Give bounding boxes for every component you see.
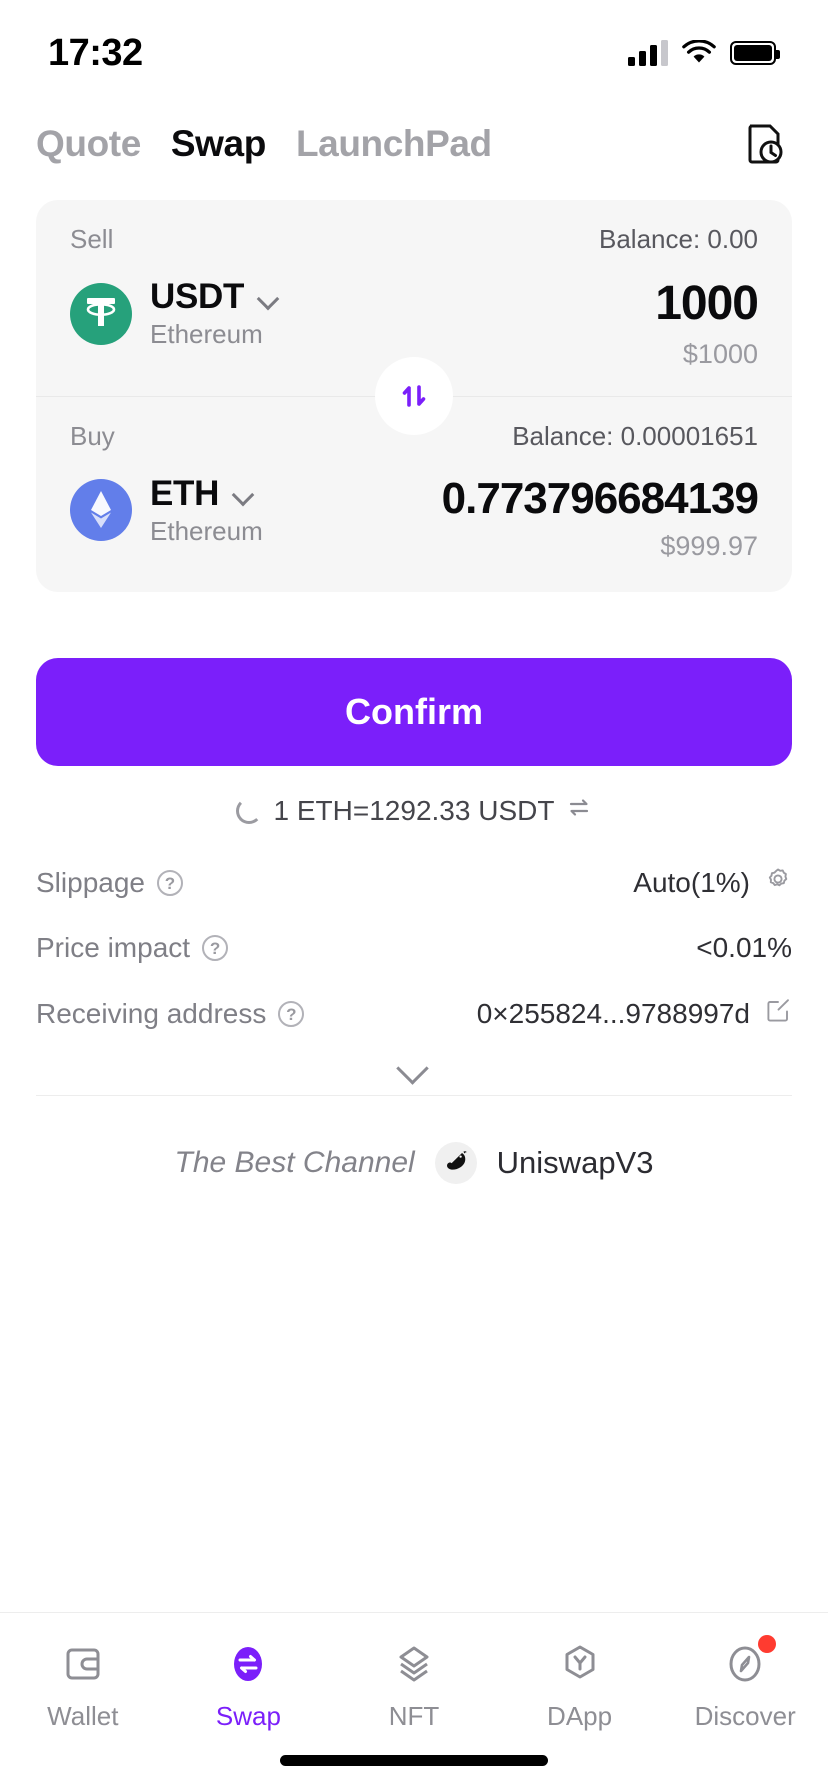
wifi-icon xyxy=(682,39,716,66)
uniswap-unicorn-icon xyxy=(434,1142,477,1185)
buy-amount-input[interactable]: 0.773796684139 xyxy=(273,474,758,523)
detail-row-price-impact[interactable]: Price impact ? <0.01% xyxy=(36,916,792,980)
sell-amount-wrap: 1000 $1000 xyxy=(290,277,758,370)
compass-icon xyxy=(718,1635,777,1691)
sell-token-selector[interactable]: USDT Ethereum xyxy=(70,277,280,350)
sell-amount-input[interactable]: 1000 xyxy=(290,277,758,331)
swap-vertical-arrows-icon xyxy=(402,385,426,408)
chevron-down-icon[interactable] xyxy=(258,291,280,304)
ethereum-diamond-icon xyxy=(70,479,132,542)
edit-pencil-icon[interactable] xyxy=(764,996,792,1031)
detail-row-receiving-address[interactable]: Receiving address ? 0×255824...9788997d xyxy=(36,980,792,1047)
question-mark-icon[interactable]: ? xyxy=(156,869,183,896)
nav-item-wallet[interactable]: Wallet xyxy=(0,1637,166,1732)
buy-panel-body: ETH Ethereum 0.773796684139 $999.97 xyxy=(70,474,758,562)
top-tab-bar: Quote Swap LaunchPad xyxy=(0,92,828,194)
status-time: 17:32 xyxy=(48,31,143,74)
status-icons xyxy=(628,39,780,66)
loading-spinner-icon xyxy=(235,797,262,824)
receiving-address-label: Receiving address xyxy=(36,997,267,1029)
receiving-address-value-group: 0×255824...9788997d xyxy=(477,996,792,1031)
chevron-down-icon[interactable] xyxy=(233,487,255,500)
detail-row-slippage[interactable]: Slippage ? Auto(1%) xyxy=(36,849,792,916)
tab-launchpad[interactable]: LaunchPad xyxy=(296,123,492,165)
nav-label-dapp: DApp xyxy=(547,1701,613,1731)
sell-token-name-line: USDT xyxy=(150,277,280,317)
nav-label-wallet: Wallet xyxy=(47,1701,119,1731)
sell-balance: Balance: 0.00 xyxy=(598,224,758,254)
slippage-label: Slippage xyxy=(36,866,145,898)
swap-card: Sell Balance: 0.00 USDT Ethereum 1000 $1… xyxy=(36,200,792,593)
slippage-label-group: Slippage ? xyxy=(36,867,183,899)
nav-item-dapp[interactable]: DApp xyxy=(497,1637,663,1732)
question-mark-icon[interactable]: ? xyxy=(278,1000,305,1027)
sell-label: Sell xyxy=(70,224,114,254)
swap-icon xyxy=(221,1637,275,1691)
tab-quote[interactable]: Quote xyxy=(36,123,141,165)
layers-icon xyxy=(387,1637,441,1691)
price-impact-value: <0.01% xyxy=(696,932,792,964)
bottom-navigation-bar: Wallet Swap NFT DApp Discover xyxy=(0,1612,828,1792)
question-mark-icon[interactable]: ? xyxy=(202,935,229,962)
price-impact-label-group: Price impact ? xyxy=(36,932,229,964)
status-bar: 17:32 xyxy=(0,0,828,92)
buy-balance: Balance: 0.00001651 xyxy=(512,420,758,451)
swap-details: Slippage ? Auto(1%) Price impact ? <0.01… xyxy=(36,849,792,1091)
buy-token-symbol: ETH xyxy=(150,473,220,513)
tab-swap[interactable]: Swap xyxy=(171,123,266,165)
sell-fiat-value: $1000 xyxy=(682,338,758,369)
battery-icon xyxy=(730,41,780,65)
section-divider xyxy=(36,1095,792,1097)
sell-token-symbol: USDT xyxy=(150,277,245,316)
best-channel-label: The Best Channel xyxy=(174,1146,415,1180)
exchange-rate-text: 1 ETH=1292.33 USDT xyxy=(273,794,555,826)
sell-token-chain: Ethereum xyxy=(150,319,263,349)
nav-item-discover[interactable]: Discover xyxy=(662,1635,828,1732)
buy-token-meta: ETH Ethereum xyxy=(150,474,263,547)
price-impact-label: Price impact xyxy=(36,932,191,964)
receiving-address-value: 0×255824...9788997d xyxy=(476,997,750,1029)
buy-label: Buy xyxy=(70,420,115,451)
best-channel-name: UniswapV3 xyxy=(496,1145,654,1181)
price-impact-value-group: <0.01% xyxy=(696,932,792,964)
panel-divider xyxy=(36,363,792,430)
buy-fiat-value: $999.97 xyxy=(660,531,758,562)
hexagon-icon xyxy=(553,1637,607,1691)
swap-horizontal-arrows-icon[interactable] xyxy=(566,794,592,827)
buy-amount-wrap: 0.773796684139 $999.97 xyxy=(273,474,758,562)
nav-label-nft: NFT xyxy=(388,1701,440,1731)
slippage-value: Auto(1%) xyxy=(633,866,750,898)
best-channel-row[interactable]: The Best Channel UniswapV3 xyxy=(0,1142,828,1185)
usdt-tether-icon xyxy=(70,282,132,345)
gear-settings-icon[interactable] xyxy=(764,865,792,900)
nav-label-swap: Swap xyxy=(215,1701,281,1731)
sell-token-meta: USDT Ethereum xyxy=(150,277,280,350)
wallet-icon xyxy=(56,1637,110,1691)
buy-token-chain: Ethereum xyxy=(150,515,263,546)
sell-panel-header: Sell Balance: 0.00 xyxy=(70,224,758,255)
chevron-down-icon xyxy=(397,1057,431,1075)
swap-direction-button[interactable] xyxy=(381,363,447,430)
buy-token-name-line: ETH xyxy=(150,474,263,514)
nav-label-discover: Discover xyxy=(694,1701,796,1731)
receiving-address-label-group: Receiving address ? xyxy=(36,997,305,1030)
exchange-rate-line[interactable]: 1 ETH=1292.33 USDT xyxy=(0,794,828,827)
sell-panel-body: USDT Ethereum 1000 $1000 xyxy=(70,277,758,370)
buy-token-selector[interactable]: ETH Ethereum xyxy=(70,474,263,547)
nav-item-nft[interactable]: NFT xyxy=(331,1637,497,1732)
confirm-button[interactable]: Confirm xyxy=(36,658,792,767)
home-indicator xyxy=(280,1755,548,1766)
notification-badge-dot xyxy=(758,1635,777,1653)
cellular-signal-icon xyxy=(628,40,668,66)
expand-details-button[interactable] xyxy=(36,1047,792,1091)
history-clock-icon[interactable] xyxy=(740,120,788,168)
nav-item-swap[interactable]: Swap xyxy=(166,1637,332,1732)
tab-list: Quote Swap LaunchPad xyxy=(36,123,492,165)
slippage-value-group: Auto(1%) xyxy=(633,865,792,900)
